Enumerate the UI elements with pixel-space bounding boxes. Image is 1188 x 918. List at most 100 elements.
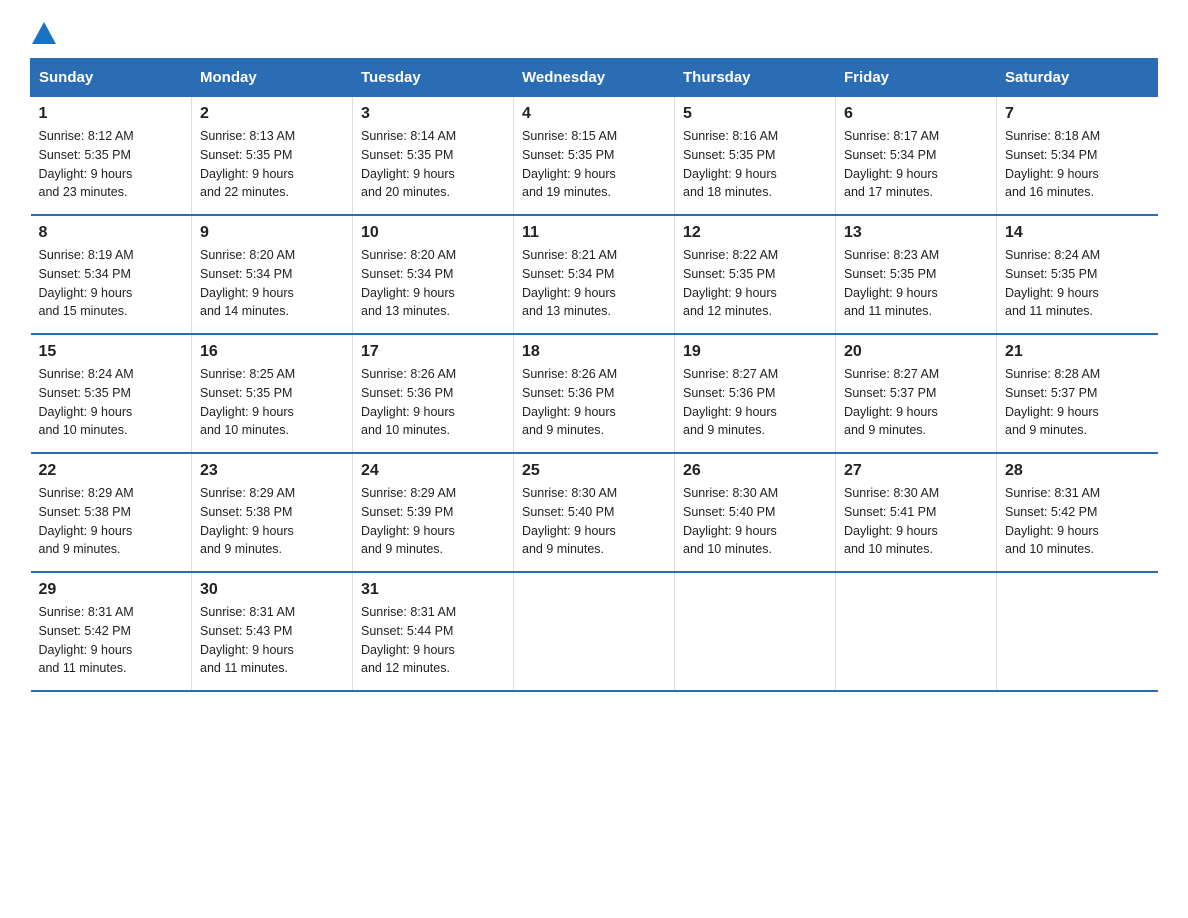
day-number: 18: [522, 343, 666, 361]
calendar-cell: 1Sunrise: 8:12 AMSunset: 5:35 PMDaylight…: [31, 97, 192, 216]
sunrise-info: Sunrise: 8:26 AM: [361, 367, 456, 381]
day-number: 3: [361, 105, 505, 123]
day-info: Sunrise: 8:13 AMSunset: 5:35 PMDaylight:…: [200, 127, 344, 202]
calendar-cell: 12Sunrise: 8:22 AMSunset: 5:35 PMDayligh…: [675, 215, 836, 334]
day-number: 29: [39, 581, 184, 599]
calendar-cell: 6 Sunrise: 8:17 AMSunset: 5:34 PMDaylight…: [836, 97, 997, 216]
daylight-minutes: and 11 minutes.: [39, 661, 127, 675]
daylight-minutes: and 10 minutes.: [200, 423, 289, 437]
day-number: 4: [522, 105, 666, 123]
calendar-cell: 26Sunrise: 8:30 AMSunset: 5:40 PMDayligh…: [675, 453, 836, 572]
calendar-cell: 23Sunrise: 8:29 AMSunset: 5:38 PMDayligh…: [192, 453, 353, 572]
sunset-info: Sunset: 5:34 PM: [361, 267, 453, 281]
day-info: Sunrise: 8:19 AMSunset: 5:34 PMDaylight:…: [39, 246, 184, 321]
daylight-minutes: and 22 minutes.: [200, 185, 289, 199]
sunset-info: Sunset: 5:34 PM: [1005, 148, 1097, 162]
sunrise-info: Sunrise: 8:27 AM: [844, 367, 939, 381]
daylight-minutes: and 15 minutes.: [39, 304, 128, 318]
daylight-hours: Daylight: 9 hours: [200, 524, 294, 538]
day-number: 6: [844, 105, 988, 123]
sunrise-info: Sunrise: 8:31 AM: [1005, 486, 1100, 500]
calendar-week-row: 22 Sunrise: 8:29 AM Sunset: 5:38 PM Dayligh…: [31, 453, 1158, 572]
daylight-hours: Daylight: 9 hours: [361, 286, 455, 300]
daylight-minutes: and 18 minutes.: [683, 185, 772, 199]
header-saturday: Saturday: [997, 59, 1158, 97]
calendar-header-row: SundayMondayTuesdayWednesdayThursdayFrid…: [31, 59, 1158, 97]
daylight-minutes: and 12 minutes.: [683, 304, 772, 318]
day-number: 7: [1005, 105, 1150, 123]
sunrise-info: Sunrise: 8:30 AM: [844, 486, 939, 500]
sunset-info: Sunset: 5:44 PM: [361, 624, 453, 638]
sunrise-info: Sunrise: 8:18 AM: [1005, 129, 1100, 143]
day-number: 24: [361, 462, 505, 480]
day-info: Sunrise: 8:20 AMSunset: 5:34 PMDaylight:…: [361, 246, 505, 321]
sunset-info: Sunset: 5:37 PM: [844, 386, 936, 400]
daylight-minutes: and 9 minutes.: [39, 542, 121, 556]
sunset-info: Sunset: 5:43 PM: [200, 624, 292, 638]
daylight-minutes: and 12 minutes.: [361, 661, 450, 675]
day-number: 22: [39, 462, 184, 480]
sunset-info: Sunset: 5:35 PM: [844, 267, 936, 281]
daylight-hours: Daylight: 9 hours: [683, 167, 777, 181]
day-info: Sunrise: 8:14 AMSunset: 5:35 PMDaylight:…: [361, 127, 505, 202]
sunrise-info: Sunrise: 8:22 AM: [683, 248, 778, 262]
day-info: Sunrise: 8:17 AMSunset: 5:34 PMDaylight:…: [844, 127, 988, 202]
daylight-hours: Daylight: 9 hours: [39, 405, 133, 419]
sunset-info: Sunset: 5:36 PM: [361, 386, 453, 400]
sunset-info: Sunset: 5:35 PM: [39, 148, 131, 162]
sunrise-info: Sunrise: 8:17 AM: [844, 129, 939, 143]
day-number: 30: [200, 581, 344, 599]
day-info: Sunrise: 8:22 AMSunset: 5:35 PMDaylight:…: [683, 246, 827, 321]
daylight-minutes: and 10 minutes.: [361, 423, 450, 437]
day-number: 19: [683, 343, 827, 361]
day-number: 14: [1005, 224, 1150, 242]
header-wednesday: Wednesday: [514, 59, 675, 97]
day-info: Sunrise: 8:29 AMSunset: 5:39 PMDaylight:…: [361, 484, 505, 559]
daylight-hours: Daylight: 9 hours: [522, 286, 616, 300]
header-friday: Friday: [836, 59, 997, 97]
sunrise-info: Sunrise: 8:14 AM: [361, 129, 456, 143]
logo-triangle-icon: [30, 20, 58, 46]
sunset-info: Sunset: 5:34 PM: [522, 267, 614, 281]
day-number: 5: [683, 105, 827, 123]
daylight-hours: Daylight: 9 hours: [844, 524, 938, 538]
calendar-week-row: 8Sunrise: 8:19 AMSunset: 5:34 PMDaylight…: [31, 215, 1158, 334]
calendar-cell: 29Sunrise: 8:31 AMSunset: 5:42 PMDayligh…: [31, 572, 192, 691]
calendar-cell: 21Sunrise: 8:28 AMSunset: 5:37 PMDayligh…: [997, 334, 1158, 453]
sunset-info: Sunset: 5:40 PM: [683, 505, 775, 519]
daylight-hours: Daylight: 9 hours: [844, 286, 938, 300]
day-info: Sunrise: 8:26 AMSunset: 5:36 PMDaylight:…: [361, 365, 505, 440]
daylight-minutes: and 19 minutes.: [522, 185, 611, 199]
sunset-info: Sunset: 5:42 PM: [39, 624, 131, 638]
daylight-minutes: and 9 minutes.: [683, 423, 765, 437]
daylight-minutes: and 14 minutes.: [200, 304, 289, 318]
sunrise-info: Sunrise: 8:28 AM: [1005, 367, 1100, 381]
day-info: Sunrise: 8:31 AMSunset: 5:42 PMDaylight:…: [1005, 484, 1150, 559]
sunrise-info: Sunrise: 8:29 AM: [39, 486, 134, 500]
sunset-info: Sunset: 5:40 PM: [522, 505, 614, 519]
day-number: 15: [39, 343, 184, 361]
daylight-hours: Daylight: 9 hours: [200, 405, 294, 419]
sunset-info: Sunset: 5:39 PM: [361, 505, 453, 519]
sunset-info: Sunset: 5:38 PM: [200, 505, 292, 519]
sunset-info: Sunset: 5:36 PM: [522, 386, 614, 400]
sunrise-info: Sunrise: 8:24 AM: [39, 367, 134, 381]
calendar-cell: 4Sunrise: 8:15 AMSunset: 5:35 PMDaylight…: [514, 97, 675, 216]
calendar-table: SundayMondayTuesdayWednesdayThursdayFrid…: [30, 58, 1158, 692]
daylight-hours: Daylight: 9 hours: [39, 167, 133, 181]
daylight-minutes: and 9 minutes.: [1005, 423, 1087, 437]
calendar-week-row: 29Sunrise: 8:31 AMSunset: 5:42 PMDayligh…: [31, 572, 1158, 691]
daylight-hours: Daylight: 9 hours: [39, 286, 133, 300]
calendar-cell: 15Sunrise: 8:24 AMSunset: 5:35 PMDayligh…: [31, 334, 192, 453]
sunset-info: Sunset: 5:35 PM: [1005, 267, 1097, 281]
sunset-info: Sunset: 5:38 PM: [39, 505, 131, 519]
daylight-hours: Daylight: 9 hours: [361, 524, 455, 538]
sunrise-info: Sunrise: 8:19 AM: [39, 248, 134, 262]
calendar-cell: 20Sunrise: 8:27 AMSunset: 5:37 PMDayligh…: [836, 334, 997, 453]
day-number: 26: [683, 462, 827, 480]
day-number: 1: [39, 105, 184, 123]
sunset-info: Sunset: 5:37 PM: [1005, 386, 1097, 400]
header-monday: Monday: [192, 59, 353, 97]
sunrise-info: Sunrise: 8:31 AM: [39, 605, 134, 619]
calendar-cell: 13Sunrise: 8:23 AMSunset: 5:35 PMDayligh…: [836, 215, 997, 334]
